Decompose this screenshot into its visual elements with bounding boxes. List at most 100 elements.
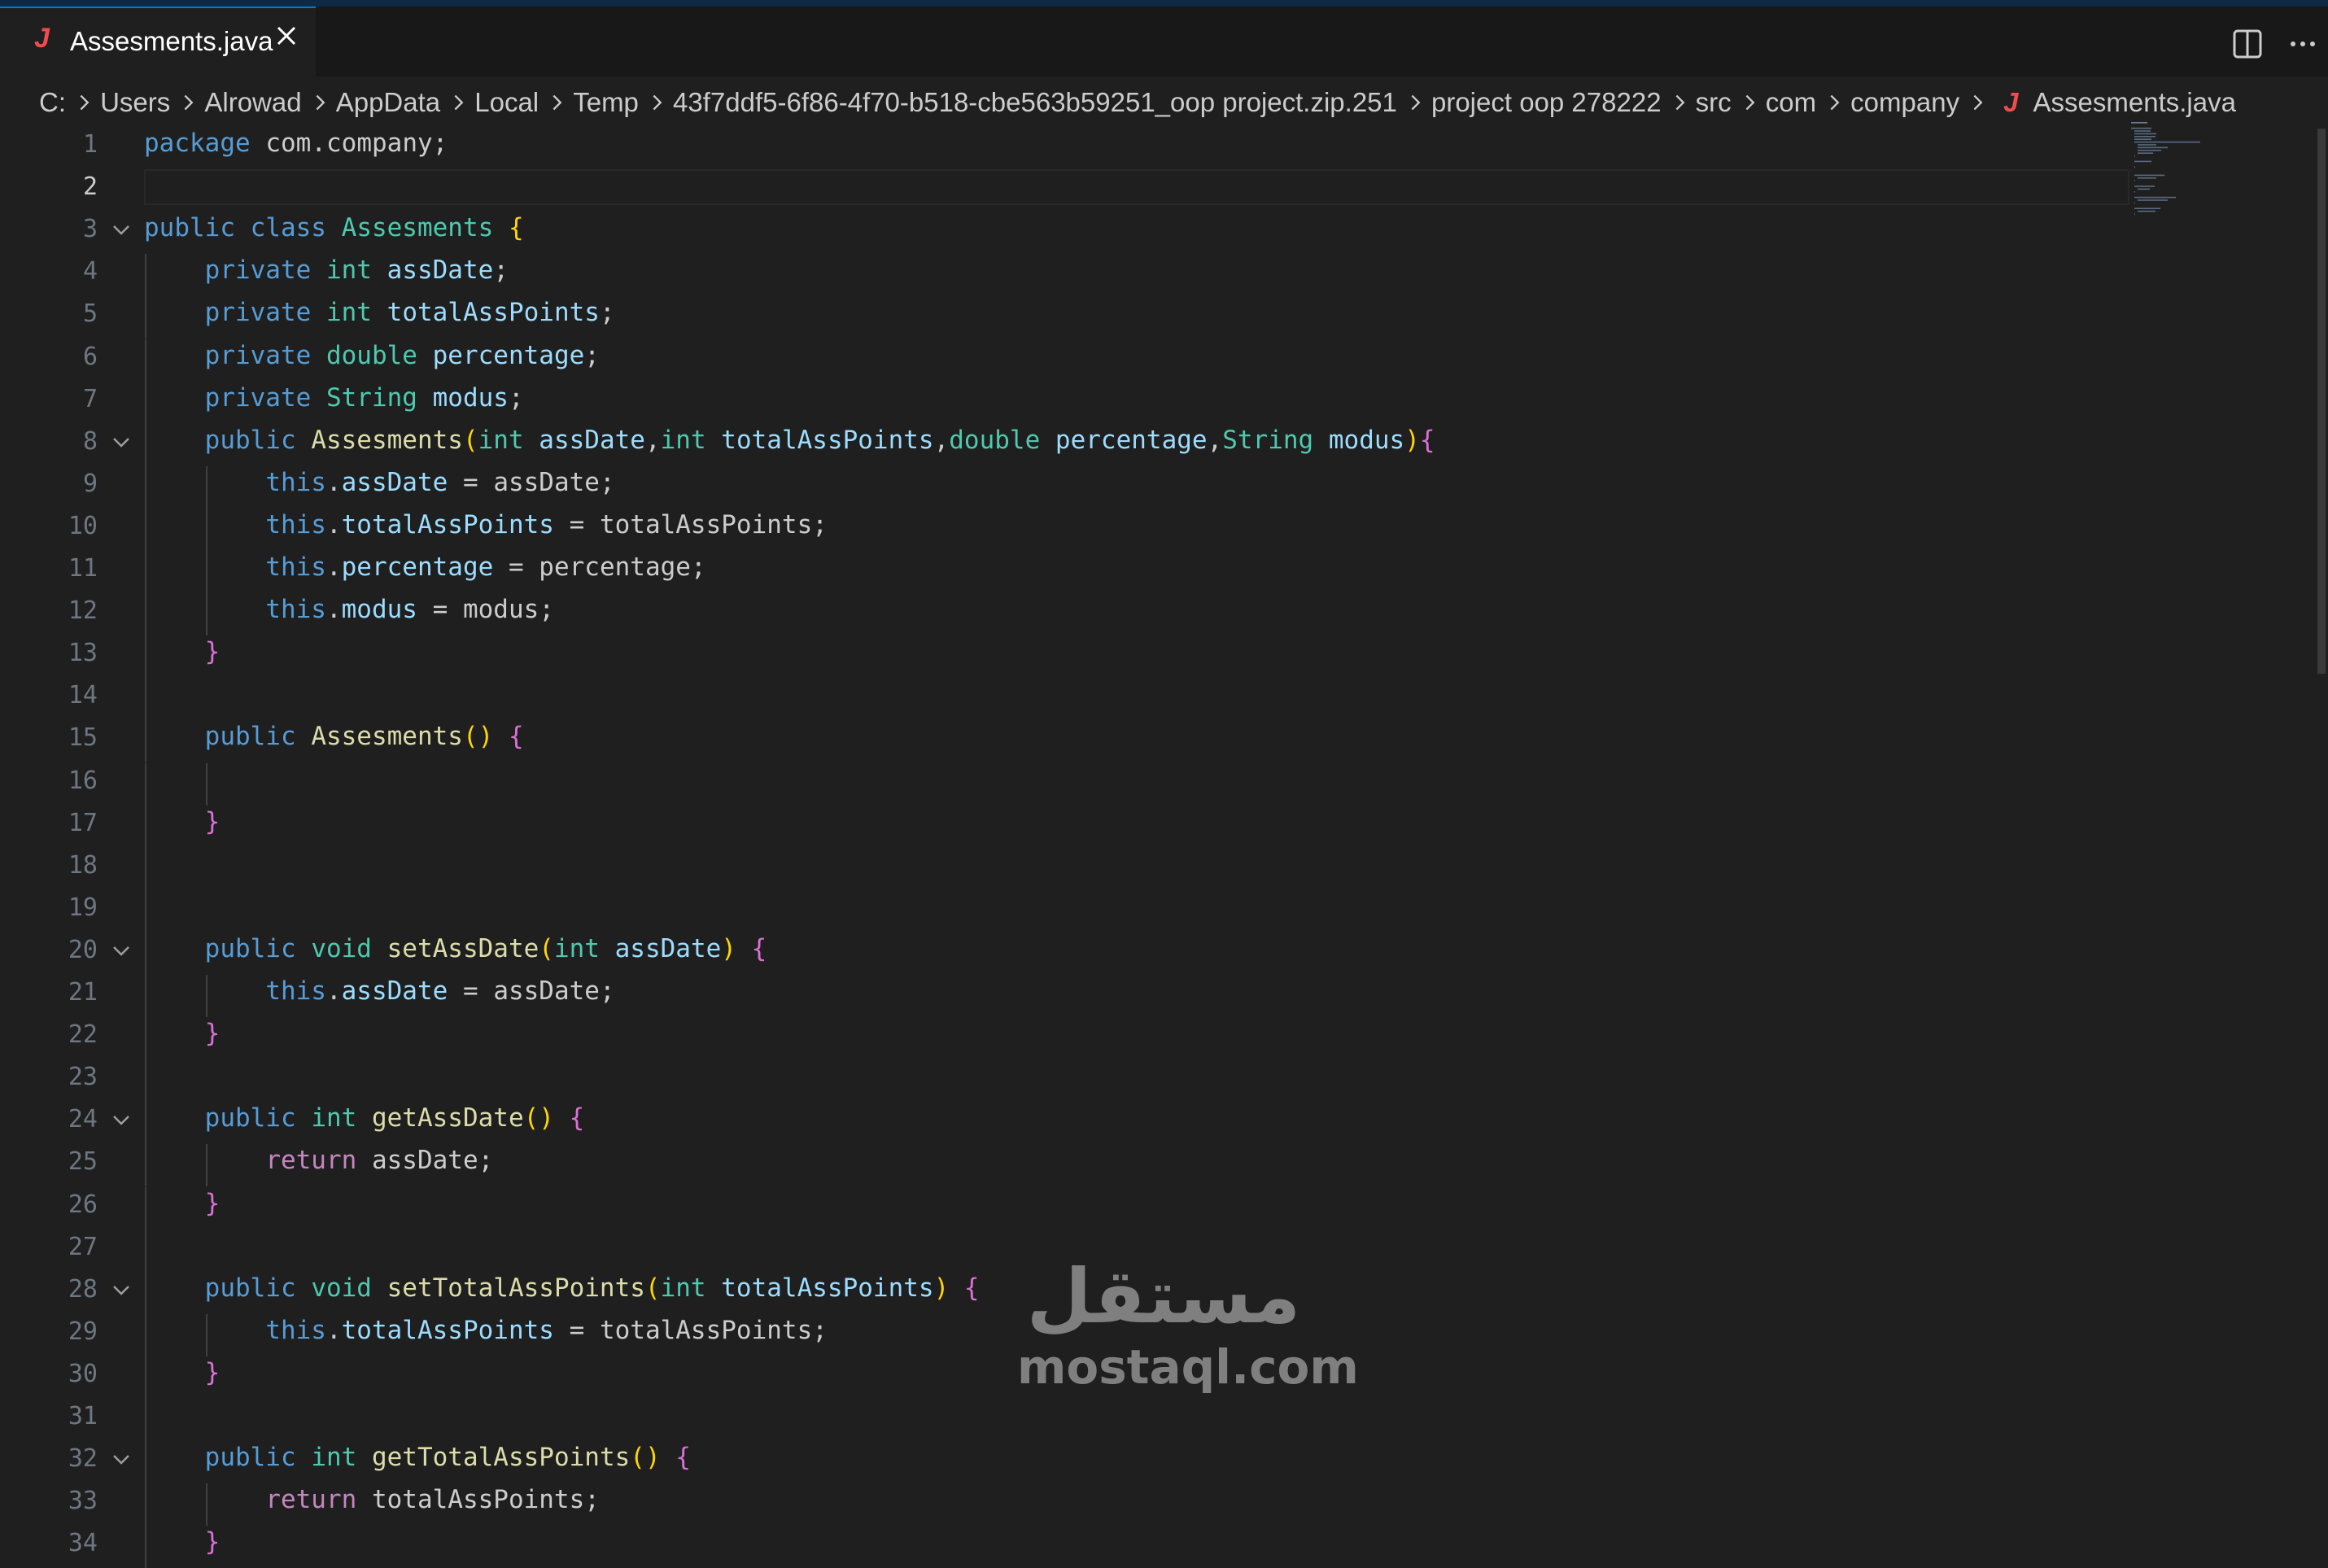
breadcrumb-item[interactable]: AppData [336,87,440,118]
minimap-line [2134,174,2164,177]
minimap[interactable] [2128,119,2274,282]
indent-guide [145,1229,146,1272]
breadcrumb-item[interactable]: Local [474,87,539,118]
indent-guide [145,1356,146,1399]
code-line[interactable]: public class Assesments { [144,213,524,242]
breadcrumb-item[interactable]: src [1696,87,1732,118]
breadcrumb-item[interactable]: com [1766,87,1816,118]
code-line[interactable]: return assDate; [144,1146,493,1175]
minimap-line [2134,166,2135,168]
minimap-line [2131,127,2151,129]
chevron-right-icon [1745,94,1755,111]
indent-guide [145,465,146,509]
breadcrumb-item[interactable]: Users [100,87,170,118]
chevron-right-icon [1973,94,1983,111]
breadcrumb-item[interactable]: company [1850,87,1959,118]
code-line[interactable]: private String modus; [144,383,524,413]
fold-chevron-icon[interactable] [107,429,135,456]
code-line[interactable]: private double percentage; [144,341,600,370]
code-line[interactable]: private int totalAssPoints; [144,298,615,327]
code-line[interactable]: public int getTotalAssPoints() { [144,1443,691,1472]
code-line[interactable]: private int assDate; [144,256,509,285]
tab-label: Assesments.java [70,26,273,56]
breadcrumb-item[interactable]: Temp [573,87,639,118]
line-number: 4 [82,257,98,286]
indent-guide [145,508,146,551]
indent-guide [205,762,207,806]
breadcrumb-item[interactable]: 43f7ddf5-6f86-4f70-b518-cbe563b59251_oop… [673,87,1397,118]
minimap-line [2131,122,2147,124]
line-number: 15 [68,723,98,753]
watermark: مستقل mostaql.com [1017,1253,1359,1416]
line-number: 21 [68,978,98,1007]
fold-chevron-icon[interactable] [107,1107,135,1134]
indent-guide [145,805,146,848]
more-actions-icon[interactable] [2287,28,2319,60]
fold-chevron-icon[interactable] [107,937,135,965]
minimap-line [2134,155,2135,157]
line-number: 17 [68,808,98,837]
indent-guide [205,975,207,1018]
fold-chevron-icon[interactable] [107,216,135,244]
fold-chevron-icon[interactable] [107,1446,135,1474]
code-line[interactable]: public Assesments() { [144,722,524,751]
breadcrumb-item[interactable]: project oop 278222 [1431,87,1662,118]
line-number: 9 [82,469,98,498]
line-number: 2 [82,173,98,202]
code-line[interactable]: } [144,1358,221,1387]
code-line[interactable]: return totalAssPoints; [144,1485,600,1514]
code-line[interactable]: this.totalAssPoints = totalAssPoints; [144,510,828,539]
code-line[interactable]: this.assDate = assDate; [144,976,614,1006]
line-number: 11 [68,554,98,583]
code-line[interactable]: } [144,637,221,666]
line-number: 22 [68,1020,98,1050]
chevron-right-icon [1830,94,1840,111]
tab-assesments-java[interactable]: J Assesments.java [0,7,316,76]
code-line[interactable]: } [144,1189,221,1218]
code-line[interactable]: } [144,1527,221,1557]
indent-guide [205,508,207,551]
code-editor[interactable]: 1 package com.company; 2 3 public class Asse… [0,124,2328,1568]
close-icon[interactable] [270,20,303,52]
minimap-line [2138,144,2156,146]
code-line[interactable]: public void setTotalAssPoints(int totalA… [144,1273,980,1303]
breadcrumb-item[interactable]: Assesments.java [2033,87,2236,118]
code-line[interactable]: public void setAssDate(int assDate) { [144,934,767,963]
breadcrumb-item[interactable]: C: [39,87,66,118]
code-line[interactable]: } [144,1019,221,1048]
line-number: 25 [68,1147,98,1177]
line-number: 14 [68,681,98,710]
indent-guide [205,1144,207,1187]
line-number: 12 [68,596,98,626]
line-number: 27 [68,1232,98,1261]
line-number: 5 [82,299,98,329]
line-number: 30 [68,1359,98,1388]
code-line[interactable]: public int getAssDate() { [144,1103,585,1133]
chevron-right-icon [454,94,464,111]
line-number: 13 [68,639,98,668]
line-number: 28 [68,1274,98,1304]
watermark-latin: mostaql.com [1017,1339,1359,1395]
code-line[interactable]: this.percentage = percentage; [144,553,705,582]
indent-guide [205,1313,207,1356]
breadcrumb-item[interactable]: Alrowad [204,87,301,118]
scrollbar-thumb[interactable] [2317,129,2326,674]
split-editor-icon[interactable] [2231,28,2264,60]
code-line[interactable]: this.assDate = assDate; [144,468,614,497]
code-line[interactable]: public Assesments(int assDate,int totalA… [144,426,1435,455]
code-line[interactable]: package com.company; [144,129,448,158]
chevron-right-icon [1411,94,1421,111]
code-line[interactable]: } [144,807,221,836]
indent-guide [145,720,146,763]
indent-guide [145,1144,146,1187]
indent-guide [205,1483,207,1527]
code-line[interactable]: this.totalAssPoints = totalAssPoints; [144,1316,828,1345]
line-number: 16 [68,766,98,795]
chevron-right-icon [184,94,194,111]
fold-chevron-icon[interactable] [107,1277,135,1304]
indent-guide [145,975,146,1018]
indent-guide [205,593,207,636]
indent-guide [145,338,146,382]
indent-guide [145,1441,146,1484]
java-file-icon: J [34,23,50,54]
